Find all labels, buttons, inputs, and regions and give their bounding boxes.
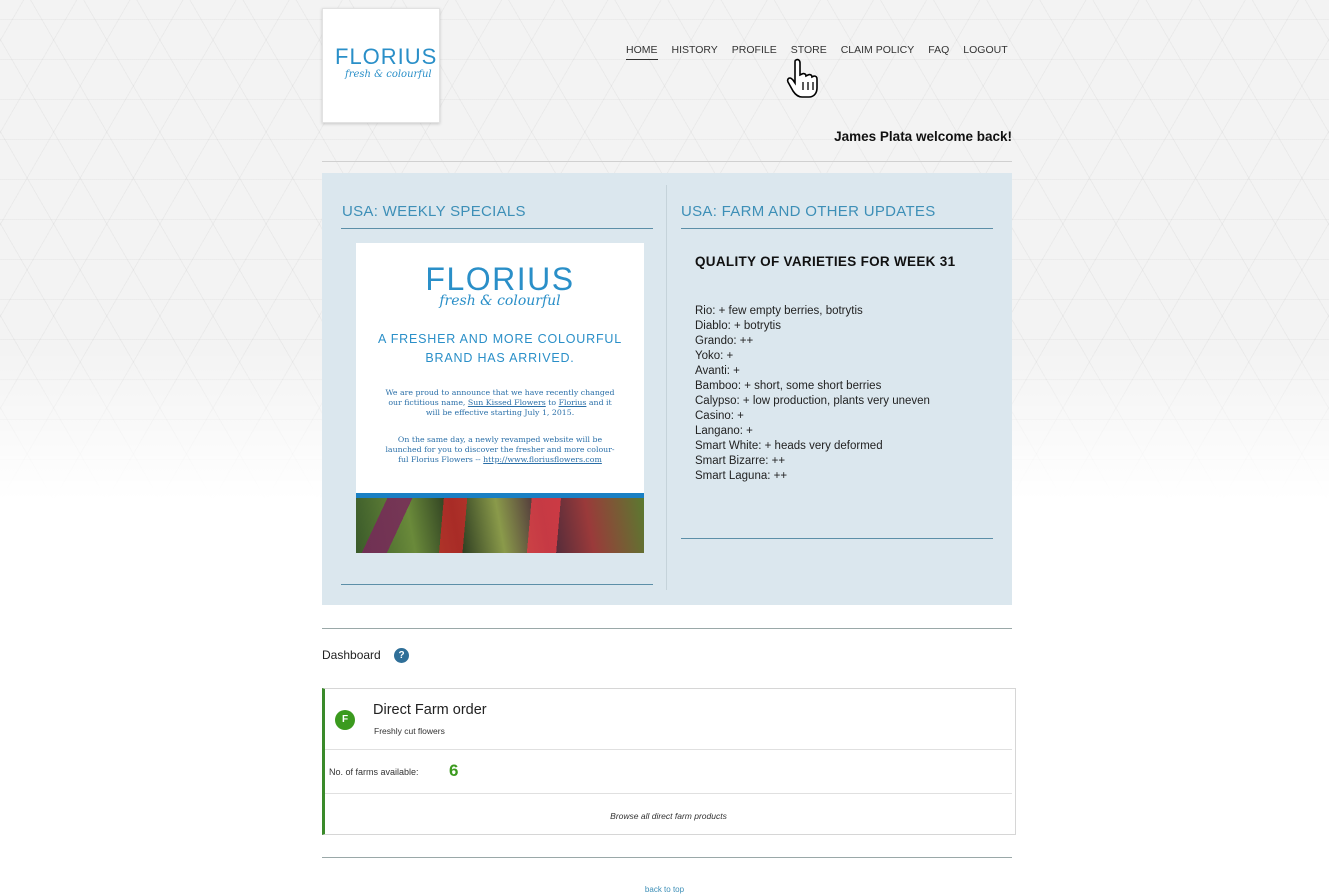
flyer-headline-line-1: A FRESHER AND MORE COLOURFUL xyxy=(378,332,622,346)
flyer-p1-line: will be effective starting July 1, 2015. xyxy=(425,408,575,417)
farm-updates-bottom-rule xyxy=(681,538,993,539)
flyer-p2-line: ful Florius Flowers -- http://www.floriu… xyxy=(368,455,632,465)
flyer-text: to xyxy=(548,398,557,407)
flowers-image xyxy=(356,498,644,553)
logo-wordmark: FLORIUS xyxy=(335,44,438,69)
flyer-p1-line: our fictitious name, Sun Kissed Flowers … xyxy=(368,398,632,408)
variety-item: Diablo: + botrytis xyxy=(695,320,781,332)
variety-item: Smart Bizarre: ++ xyxy=(695,455,786,467)
flyer-link-website[interactable]: http://www.floriusflowers.com xyxy=(483,455,602,464)
back-to-top-link[interactable]: back to top xyxy=(0,885,1329,894)
farm-updates-rule xyxy=(681,228,993,229)
farm-updates-title: USA: FARM AND OTHER UPDATES xyxy=(681,203,936,220)
header-divider xyxy=(322,161,1012,162)
direct-farm-card: F Direct Farm order Freshly cut flowers … xyxy=(322,688,1016,835)
flyer-text: ful Florius Flowers -- xyxy=(398,455,481,464)
variety-item: Smart White: + heads very deformed xyxy=(695,440,883,452)
weekly-specials-title: USA: WEEKLY SPECIALS xyxy=(342,203,526,220)
main-nav: HOME HISTORY PROFILE STORE CLAIM POLICY … xyxy=(626,44,1022,60)
specials-flyer[interactable]: FLORIUS fresh & colourful A FRESHER AND … xyxy=(356,243,644,553)
variety-item: Yoko: + xyxy=(695,350,734,362)
nav-home[interactable]: HOME xyxy=(626,44,658,60)
nav-logout[interactable]: LOGOUT xyxy=(963,44,1007,60)
dashboard-label: Dashboard xyxy=(322,648,381,662)
footer-divider xyxy=(322,857,1012,858)
variety-item: Avanti: + xyxy=(695,365,740,377)
farm-badge-icon: F xyxy=(335,710,355,730)
variety-item: Rio: + few empty berries, botrytis xyxy=(695,305,863,317)
logo-tagline: fresh & colourful xyxy=(345,69,432,80)
flyer-p2-line: launched for you to discover the fresher… xyxy=(385,445,615,454)
browse-farm-products-link[interactable]: Browse all direct farm products xyxy=(325,811,1012,821)
card-separator xyxy=(325,749,1012,750)
flyer-headline-line-2: BRAND HAS ARRIVED. xyxy=(425,351,575,365)
flyer-paragraph-2: On the same day, a newly revamped websit… xyxy=(368,435,632,465)
hand-cursor-icon xyxy=(786,58,818,98)
weekly-specials-bottom-rule xyxy=(341,584,653,585)
card-subtitle: Freshly cut flowers xyxy=(374,726,445,736)
variety-item: Langano: + xyxy=(695,425,753,437)
variety-item: Casino: + xyxy=(695,410,744,422)
weekly-specials-rule xyxy=(341,228,653,229)
dashboard-divider xyxy=(322,628,1012,629)
site-logo[interactable]: FLORIUS fresh & colourful xyxy=(322,8,440,123)
flyer-text: and it xyxy=(588,398,612,407)
varieties-heading: QUALITY OF VARIETIES FOR WEEK 31 xyxy=(695,254,956,269)
farms-available-count: 6 xyxy=(449,761,459,780)
flyer-p2-line: On the same day, a newly revamped websit… xyxy=(397,435,603,444)
card-title: Direct Farm order xyxy=(373,702,487,718)
variety-item: Calypso: + low production, plants very u… xyxy=(695,395,930,407)
variety-item: Smart Laguna: ++ xyxy=(695,470,788,482)
nav-profile[interactable]: PROFILE xyxy=(732,44,777,60)
variety-item: Bamboo: + short, some short berries xyxy=(695,380,882,392)
help-icon[interactable]: ? xyxy=(394,648,409,663)
welcome-message: James Plata welcome back! xyxy=(834,129,1012,144)
nav-claim-policy[interactable]: CLAIM POLICY xyxy=(841,44,915,60)
flyer-p1-line: We are proud to announce that we have re… xyxy=(385,388,615,397)
farms-available-label: No. of farms available: xyxy=(329,767,419,777)
nav-history[interactable]: HISTORY xyxy=(672,44,718,60)
flyer-headline: A FRESHER AND MORE COLOURFUL BRAND HAS A… xyxy=(356,330,644,368)
flyer-paragraph-1: We are proud to announce that we have re… xyxy=(368,388,632,418)
flyer-text: our fictitious name, xyxy=(388,398,466,407)
flyer-link-florius[interactable]: Florius xyxy=(559,398,587,407)
variety-item: Grando: ++ xyxy=(695,335,754,347)
nav-faq[interactable]: FAQ xyxy=(928,44,949,60)
flyer-tagline: fresh & colourful xyxy=(439,293,561,309)
variety-list: Rio: + few empty berries, botrytis Diabl… xyxy=(695,304,930,484)
card-separator xyxy=(325,793,1012,794)
panel-column-divider xyxy=(666,185,667,590)
flyer-link-sun-kissed[interactable]: Sun Kissed Flowers xyxy=(468,398,546,407)
